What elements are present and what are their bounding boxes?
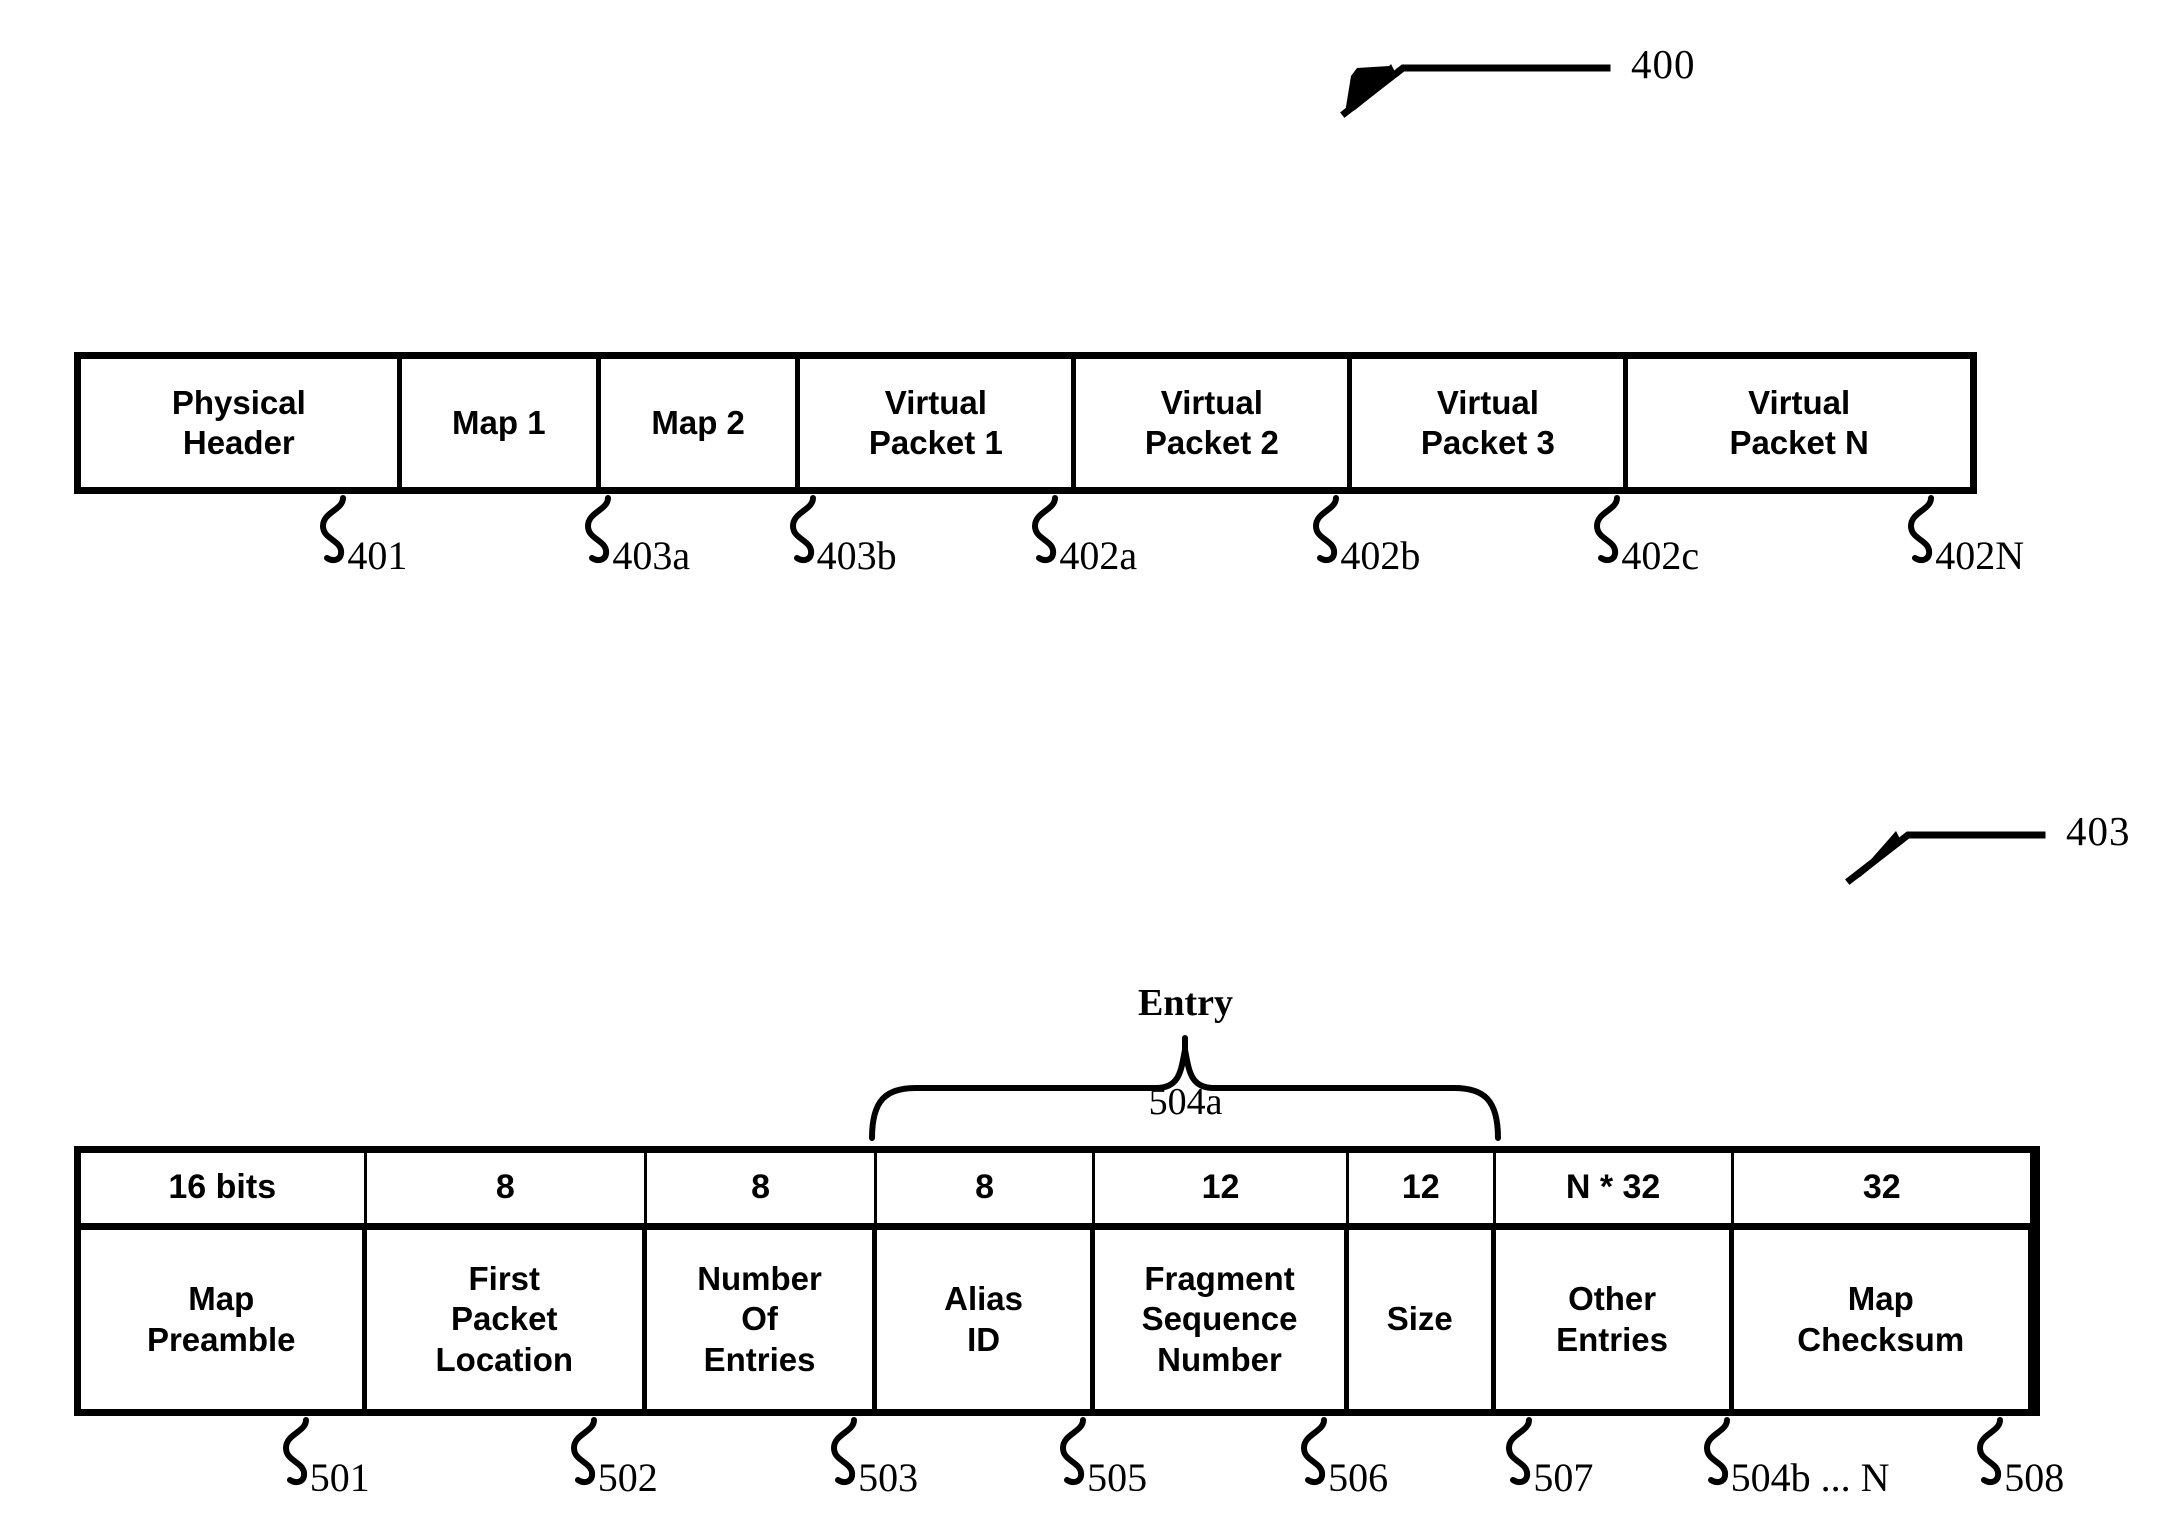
figure-callout-400-number: 400 <box>1631 41 1696 87</box>
map-cell-label: First Packet Location <box>435 1260 574 1378</box>
map-ref-number: 505 <box>1087 1455 1148 1500</box>
map-bits-value: 12 <box>1201 1168 1240 1207</box>
map-ref-number: 508 <box>2004 1455 2065 1500</box>
frame-ref-number: 401 <box>347 533 408 578</box>
frame-ref-402b: 402b <box>1306 495 1506 606</box>
diagram-canvas: 400 Physical Header Map 1 Map 2 Virtual Pac… <box>0 0 2175 1531</box>
frame-ref-number: 402a <box>1059 533 1138 578</box>
frame-ref-number: 402N <box>1935 533 2025 578</box>
map-ref-number: 503 <box>858 1455 919 1500</box>
map-bits-map-preamble: 16 bits <box>81 1153 367 1223</box>
map-bits-first-packet-location: 8 <box>366 1153 648 1223</box>
map-bits-value: 8 <box>975 1168 995 1207</box>
frame-cell-label: Map 1 <box>452 403 546 441</box>
frame-ref-403a: 403a <box>578 495 778 606</box>
map-ref-number: 507 <box>1533 1455 1594 1500</box>
map-ref-502: 502 <box>564 1417 764 1528</box>
map-bits-number-of-entries: 8 <box>647 1153 878 1223</box>
frame-cell-label: Virtual Packet 2 <box>1144 383 1279 461</box>
frame-cell-label: Virtual Packet N <box>1729 383 1869 461</box>
map-cell-label: Size <box>1386 1300 1453 1338</box>
frame-cell-label: Virtual Packet 3 <box>1420 383 1555 461</box>
map-cell-map-preamble: Map Preamble <box>81 1230 367 1409</box>
map-bits-size: 12 <box>1348 1153 1496 1223</box>
frame-ref-number: 402b <box>1340 533 1421 578</box>
map-ref-number: 502 <box>597 1455 658 1500</box>
map-bits-alias-id: 8 <box>877 1153 1096 1223</box>
map-ref-507: 507 <box>1499 1417 1699 1528</box>
map-cell-fragment-sequence-number: Fragment Sequence Number <box>1095 1230 1349 1409</box>
frame-layout-table: Physical Header Map 1 Map 2 Virtual Packet … <box>74 352 1977 494</box>
frame-ref-403b: 403b <box>783 495 983 606</box>
map-cell-label: Number Of Entries <box>697 1260 822 1378</box>
map-bits-value: 32 <box>1862 1168 1901 1207</box>
map-cell-size: Size <box>1348 1230 1496 1409</box>
map-layout-table: 16 bits 8 8 8 12 12 N * 32 32 Map Preamble First… <box>74 1146 2040 1416</box>
frame-ref-401: 401 <box>313 495 513 606</box>
figure-callout-403: 403 <box>1845 785 2175 895</box>
map-ref-number: 506 <box>1328 1455 1389 1500</box>
frame-cell-map-2: Map 2 <box>600 359 801 487</box>
frame-ref-number: 403a <box>612 533 691 578</box>
map-bits-value: 8 <box>495 1168 515 1207</box>
map-bits-value: 8 <box>751 1168 770 1207</box>
frame-ref-number: 402c <box>1621 533 1700 578</box>
frame-cell-map-1: Map 1 <box>401 359 601 487</box>
map-bit-width-row: 16 bits 8 8 8 12 12 N * 32 32 <box>81 1153 2033 1230</box>
map-ref-506: 506 <box>1294 1417 1494 1528</box>
frame-ref-402a: 402a <box>1025 495 1225 606</box>
frame-cell-virtual-packet-2: Virtual Packet 2 <box>1076 359 1353 487</box>
frame-ref-402c: 402c <box>1587 495 1787 606</box>
map-bits-value: N * 32 <box>1565 1168 1661 1207</box>
map-ref-501: 501 <box>276 1417 476 1528</box>
map-cell-label: Fragment Sequence Number <box>1141 1260 1298 1378</box>
map-ref-number: 504b ... N <box>1730 1455 1890 1500</box>
map-cell-label: Map Preamble <box>146 1280 296 1358</box>
map-field-label-row: Map Preamble First Packet Location Number … <box>81 1230 2033 1409</box>
figure-callout-400: 400 <box>1340 18 1865 128</box>
map-ref-503: 503 <box>824 1417 1024 1528</box>
frame-ref-402n: 402N <box>1901 495 2101 606</box>
map-ref-508: 508 <box>1970 1417 2170 1528</box>
map-cell-label: Other Entries <box>1556 1280 1669 1358</box>
map-ref-504b-n: 504b ... N <box>1697 1417 1897 1528</box>
map-ref-number: 501 <box>309 1455 370 1500</box>
map-bits-value: 16 bits <box>168 1168 277 1207</box>
map-cell-number-of-entries: Number Of Entries <box>647 1230 878 1409</box>
frame-cell-label: Map 2 <box>651 403 745 441</box>
map-cell-map-checksum: Map Checksum <box>1733 1230 2033 1409</box>
map-bits-fragment-sequence-number: 12 <box>1095 1153 1349 1223</box>
map-cell-label: Map Checksum <box>1797 1280 1965 1358</box>
frame-cell-physical-header: Physical Header <box>81 359 402 487</box>
map-bits-map-checksum: 32 <box>1733 1153 2033 1223</box>
frame-cell-virtual-packet-n: Virtual Packet N <box>1628 359 1970 487</box>
map-ref-505: 505 <box>1053 1417 1253 1528</box>
map-cell-first-packet-location: First Packet Location <box>366 1230 648 1409</box>
map-cell-alias-id: Alias ID <box>877 1230 1096 1409</box>
map-cell-other-entries: Other Entries <box>1495 1230 1734 1409</box>
map-cell-label: Alias ID <box>944 1280 1024 1358</box>
figure-callout-403-number: 403 <box>2066 808 2131 854</box>
frame-ref-number: 403b <box>816 533 897 578</box>
map-bits-other-entries: N * 32 <box>1495 1153 1734 1223</box>
frame-cell-label: Physical Header <box>171 383 306 461</box>
frame-cell-label: Virtual Packet 1 <box>868 383 1003 461</box>
map-bits-value: 12 <box>1401 1168 1440 1207</box>
frame-cell-virtual-packet-1: Virtual Packet 1 <box>800 359 1077 487</box>
entry-brace-group: Entry 504a <box>868 930 1503 1145</box>
frame-cell-virtual-packet-3: Virtual Packet 3 <box>1352 359 1629 487</box>
